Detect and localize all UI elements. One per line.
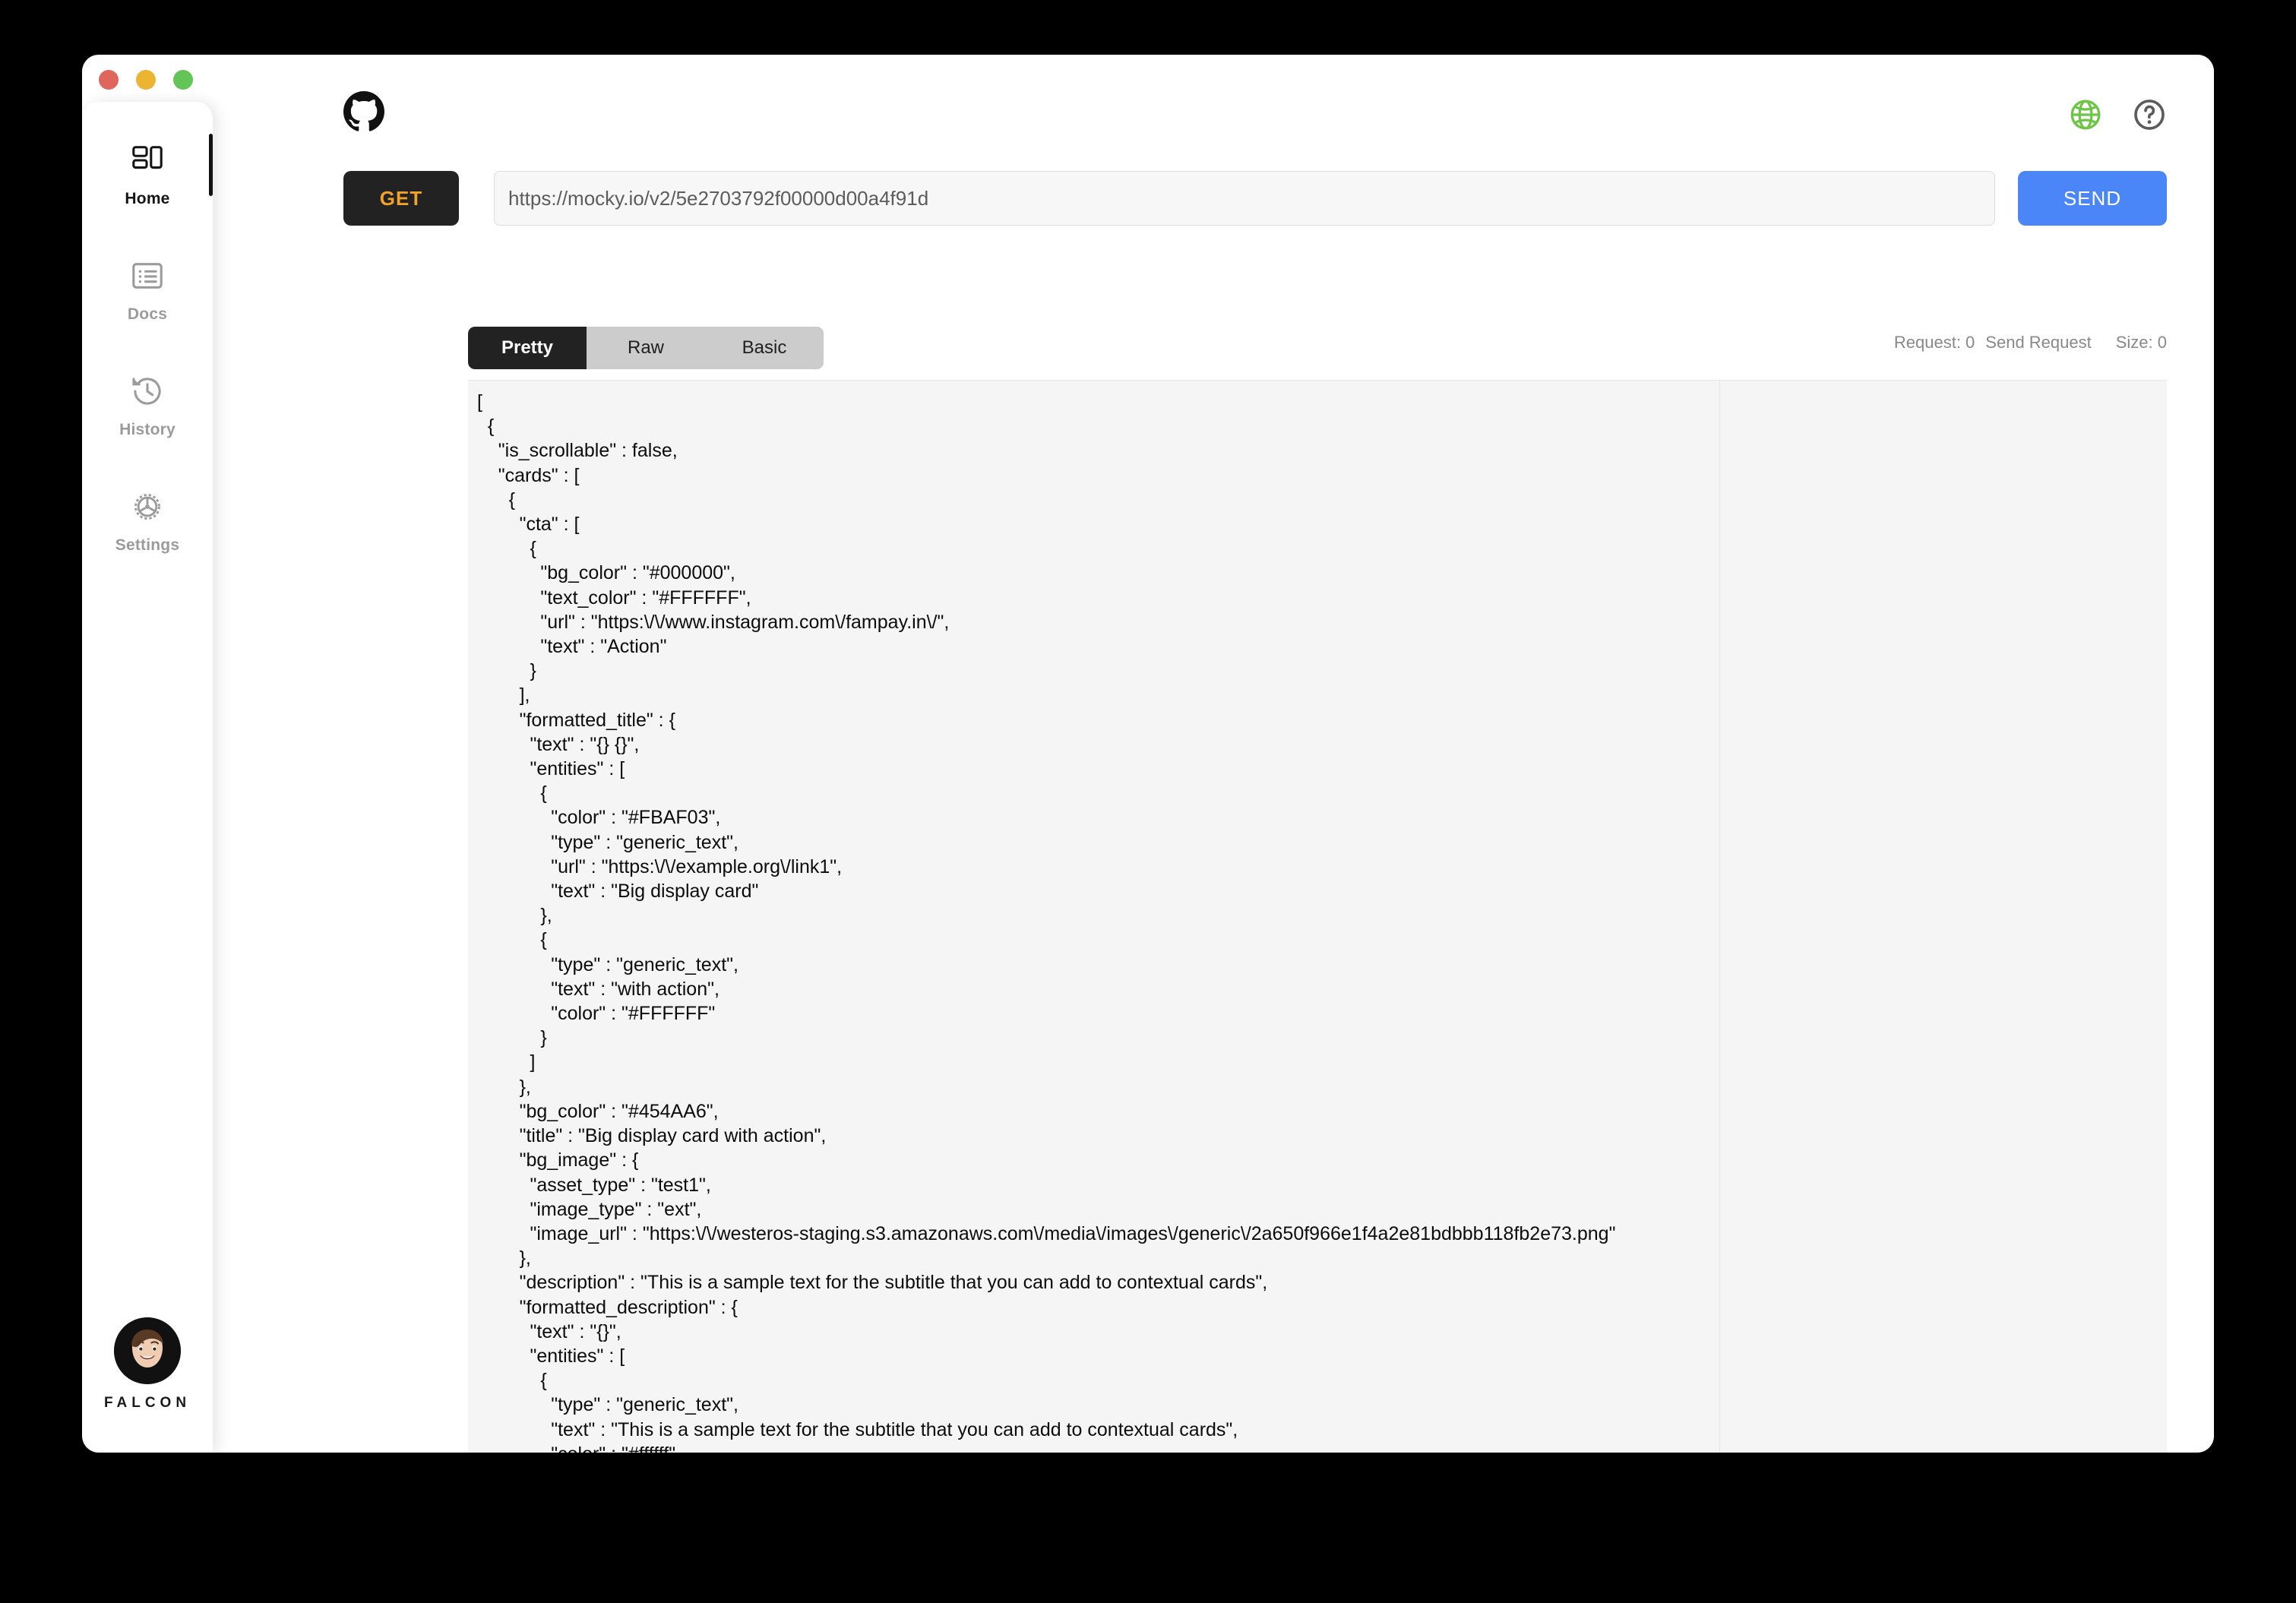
sidebar-item-home[interactable]: Home <box>82 132 213 229</box>
topbar-actions <box>2068 97 2167 136</box>
main-content: GET SEND Pretty Raw Basic Request: 0 Sen… <box>213 55 2214 1453</box>
history-clock-icon <box>130 374 165 409</box>
profile-name: FALCON <box>103 1395 191 1411</box>
gear-icon <box>130 489 165 524</box>
response-tabs-row: Pretty Raw Basic Request: 0 Send Request… <box>468 327 2167 369</box>
send-request-link[interactable]: Send Request <box>1985 333 2091 353</box>
list-icon <box>130 258 165 293</box>
sidebar-item-history[interactable]: History <box>82 363 213 460</box>
avatar[interactable] <box>114 1317 181 1384</box>
sidebar-item-history-label: History <box>119 421 176 438</box>
sidebar-item-home-label: Home <box>125 190 170 207</box>
send-button[interactable]: SEND <box>2018 171 2167 226</box>
topbar <box>213 55 2214 144</box>
tab-basic[interactable]: Basic <box>705 327 824 369</box>
window-traffic-lights <box>99 70 193 90</box>
response-size: Size: 0 <box>2115 333 2167 352</box>
sidebar-item-settings[interactable]: Settings <box>82 479 213 576</box>
profile-block[interactable]: FALCON <box>82 1317 213 1412</box>
tab-pretty[interactable]: Pretty <box>468 327 587 369</box>
globe-icon[interactable] <box>2068 97 2103 136</box>
response-pane[interactable]: [ { "is_scrollable" : false, "cards" : [… <box>468 380 2167 1453</box>
request-row: GET SEND <box>343 170 2167 226</box>
request-count: Request: 0 <box>1893 333 1975 352</box>
maximize-window-button[interactable] <box>173 70 193 90</box>
sidebar-item-docs[interactable]: Docs <box>82 248 213 345</box>
minimize-window-button[interactable] <box>136 70 156 90</box>
url-input[interactable] <box>494 171 1995 226</box>
sidebar-item-docs-label: Docs <box>127 305 168 323</box>
sidebar: Home Docs History Settings FALCON <box>82 102 213 1453</box>
help-circle-icon[interactable] <box>2132 97 2167 136</box>
dashboard-icon <box>130 143 165 178</box>
sidebar-item-settings-label: Settings <box>115 536 180 554</box>
close-window-button[interactable] <box>99 70 119 90</box>
active-indicator <box>209 134 213 196</box>
tab-raw[interactable]: Raw <box>587 327 705 369</box>
response-meta: Request: 0 Send Request Size: 0 <box>1894 333 2167 353</box>
response-pane-divider <box>1719 381 1720 1453</box>
response-tabs: Pretty Raw Basic <box>468 327 824 369</box>
http-method-button[interactable]: GET <box>343 171 459 226</box>
github-logo <box>343 91 384 136</box>
app-window: Home Docs History Settings FALCON GET ht… <box>82 55 2214 1453</box>
json-response-body: [ { "is_scrollable" : false, "cards" : [… <box>477 391 1616 1453</box>
